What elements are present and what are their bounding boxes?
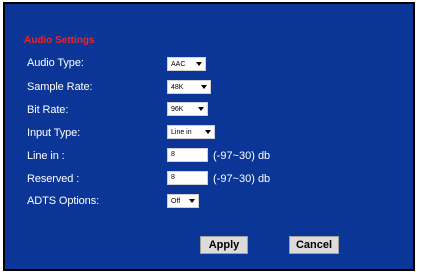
chevron-down-icon [198,107,204,111]
audio-settings-window: Audio Settings Audio Type: AAC Sample Ra… [3,2,415,271]
cancel-button[interactable]: Cancel [289,236,339,254]
bit-rate-select[interactable]: 96K [167,102,208,116]
input-type-select[interactable]: Line in [167,125,215,139]
chevron-down-icon [201,85,207,89]
reserved-range: (-97~30) db [213,173,271,185]
chevron-down-icon [196,62,202,66]
adts-options-value: Off [171,197,181,205]
reserved-label: Reserved : [27,173,80,185]
settings-panel: Audio Settings Audio Type: AAC Sample Ra… [5,4,413,269]
sample-rate-select[interactable]: 48K [167,80,211,94]
audio-type-select[interactable]: AAC [167,57,206,71]
bit-rate-value: 96K [171,105,184,113]
input-type-label: Input Type: [27,127,81,139]
apply-button[interactable]: Apply [200,236,248,254]
bit-rate-label: Bit Rate: [27,104,69,116]
chevron-down-icon [189,199,195,203]
line-in-input[interactable]: 8 [167,148,208,162]
adts-options-select[interactable]: Off [167,194,199,208]
adts-options-label: ADTS Options: [27,195,100,207]
sample-rate-label: Sample Rate: [27,81,93,93]
audio-type-label: Audio Type: [27,57,84,69]
audio-type-value: AAC [171,60,186,68]
line-in-range: (-97~30) db [213,150,271,162]
sample-rate-value: 48K [171,83,184,91]
input-type-value: Line in [171,128,192,136]
section-title: Audio Settings [24,35,95,46]
reserved-input[interactable]: 8 [167,171,208,185]
line-in-label: Line in : [27,150,65,162]
chevron-down-icon [205,130,211,134]
